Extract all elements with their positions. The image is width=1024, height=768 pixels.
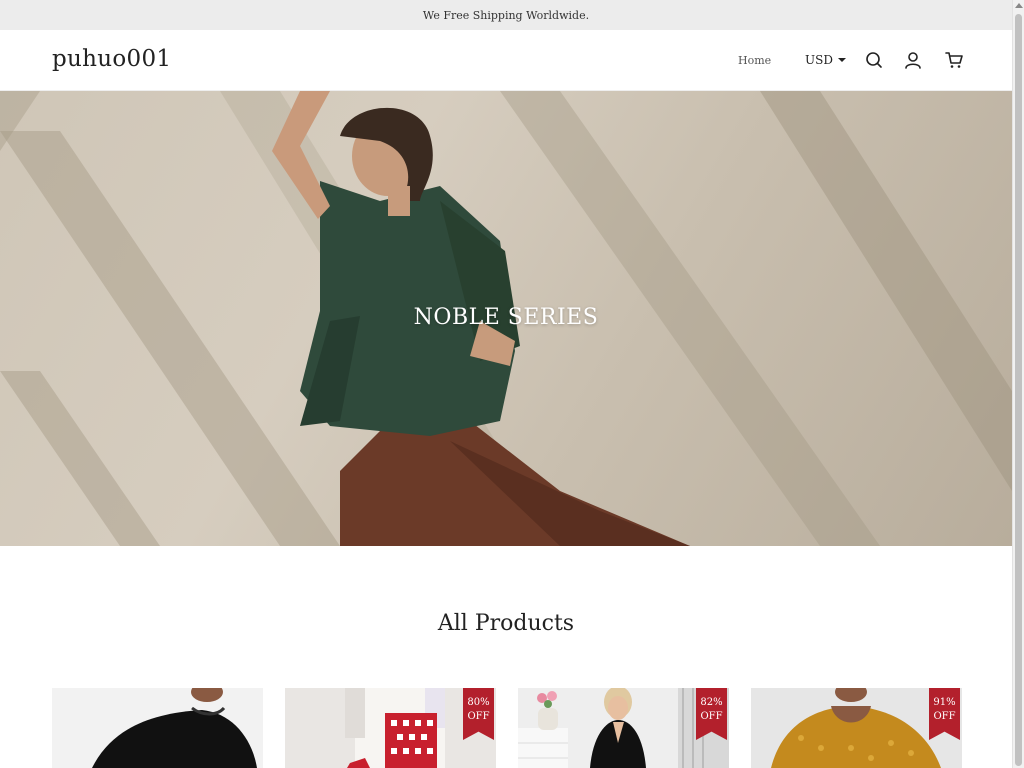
announcement-text: We Free Shipping Worldwide. [422, 8, 590, 22]
site-header: puhuo001 Home USD [0, 30, 1012, 91]
currency-label: USD [805, 53, 833, 67]
product-card[interactable]: 91% OFF [751, 688, 962, 768]
discount-off-label: OFF [933, 711, 956, 722]
page-scrollbar[interactable] [1012, 0, 1024, 768]
section-title: All Products [437, 611, 575, 636]
product-card[interactable]: 80% OFF [285, 688, 496, 768]
discount-off-label: OFF [467, 711, 490, 722]
search-icon[interactable] [864, 50, 884, 70]
announcement-bar: We Free Shipping Worldwide. [0, 0, 1012, 30]
discount-percent: 91% [933, 697, 956, 708]
product-card[interactable] [52, 688, 263, 768]
cart-icon[interactable] [944, 50, 964, 70]
product-image [52, 688, 263, 768]
product-card[interactable]: 82% OFF [518, 688, 729, 768]
chevron-down-icon [837, 58, 846, 62]
discount-off-label: OFF [700, 711, 723, 722]
currency-selector[interactable]: USD [805, 53, 846, 67]
scroll-up-arrow-icon[interactable] [1015, 3, 1023, 8]
site-logo[interactable]: puhuo001 [52, 46, 171, 72]
discount-percent: 80% [467, 697, 490, 708]
nav-home-link[interactable]: Home [738, 54, 771, 67]
scrollbar-thumb[interactable] [1015, 14, 1022, 766]
account-icon[interactable] [903, 50, 923, 70]
hero-title: NOBLE SERIES [413, 305, 599, 330]
hero-banner[interactable]: NOBLE SERIES [0, 91, 1012, 546]
discount-percent: 82% [700, 697, 723, 708]
